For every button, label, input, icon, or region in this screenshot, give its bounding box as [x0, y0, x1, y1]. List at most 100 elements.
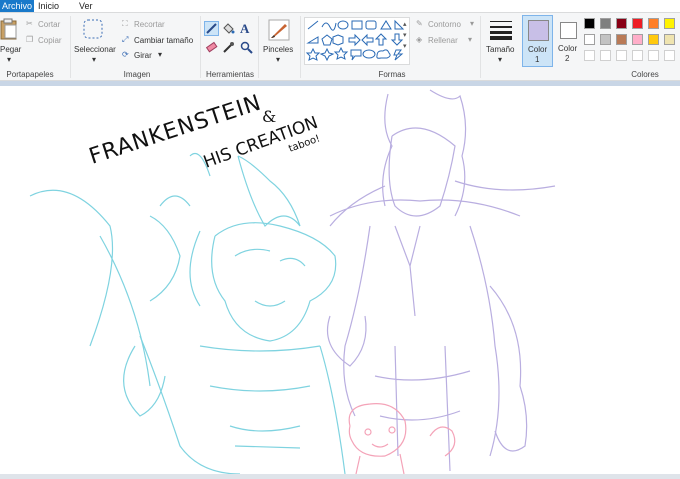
chevron-down-icon: ▾	[468, 35, 473, 44]
fill-label: Rellenar	[428, 36, 458, 45]
palette-swatch[interactable]	[632, 50, 643, 61]
clipboard-group-label: Portapapeles	[6, 70, 54, 79]
separator	[200, 16, 201, 78]
sketch: FRANKENSTEIN & HIS CREATION taboo!	[29, 89, 556, 474]
fill-icon: ◈	[416, 35, 423, 44]
rotate-button[interactable]: ⟳ Girar ▾	[122, 50, 172, 62]
color-palette	[584, 18, 680, 68]
color2-button[interactable]: Color 2	[555, 15, 584, 67]
tab-view[interactable]: Ver	[74, 0, 98, 12]
size-button[interactable]: Tamaño ▾	[484, 15, 518, 65]
shapes-gallery[interactable]	[304, 17, 410, 65]
select-label: Seleccionar	[74, 45, 116, 54]
copy-label: Copiar	[38, 36, 62, 45]
canvas-area: FRANKENSTEIN & HIS CREATION taboo!	[0, 81, 680, 479]
fill-bucket-icon[interactable]	[222, 22, 235, 35]
separator	[258, 16, 259, 78]
palette-swatch[interactable]	[632, 34, 643, 45]
separator	[480, 16, 481, 78]
palette-swatch[interactable]	[600, 50, 611, 61]
clipboard-icon	[0, 18, 17, 40]
palette-swatch[interactable]	[584, 34, 595, 45]
chevron-down-icon: ▾	[276, 55, 281, 64]
cut-button[interactable]: ✂ Cortar	[26, 19, 66, 31]
fill-button[interactable]: ◈ Rellenar ▾	[416, 35, 480, 47]
color1-label: Color	[528, 45, 548, 54]
palette-swatch[interactable]	[616, 18, 627, 29]
palette-swatch[interactable]	[600, 18, 611, 29]
line-width-icon	[490, 21, 512, 40]
palette-swatch[interactable]	[664, 18, 675, 29]
expand-icon[interactable]: ▾	[403, 41, 411, 52]
rotate-icon: ⟳	[122, 50, 129, 59]
palette-swatch[interactable]	[648, 50, 659, 61]
copy-icon: ❐	[26, 35, 34, 44]
palette-swatch[interactable]	[584, 50, 595, 61]
tab-file[interactable]: Archivo	[0, 0, 34, 12]
color1-number: 1	[535, 55, 540, 64]
pink-creature	[348, 403, 456, 474]
select-button[interactable]: Seleccionar ▾	[74, 15, 118, 65]
palette-swatch[interactable]	[648, 18, 659, 29]
drawing-canvas[interactable]: FRANKENSTEIN & HIS CREATION taboo!	[0, 86, 680, 474]
paste-button[interactable]: Pegar ▾	[0, 15, 22, 65]
color2-swatch	[560, 22, 577, 39]
image-group-label: Imagen	[123, 70, 151, 79]
copy-button[interactable]: ❐ Copiar	[26, 35, 66, 47]
sketch-title-amp: &	[262, 107, 276, 126]
eraser-icon[interactable]	[205, 41, 218, 54]
palette-swatch[interactable]	[632, 18, 643, 29]
text-icon[interactable]: A	[240, 21, 249, 37]
palette-swatch[interactable]	[600, 34, 611, 45]
magnifier-icon[interactable]	[240, 41, 253, 54]
shapes-group-label: Formas	[378, 70, 406, 79]
separator	[70, 16, 71, 78]
chevron-down-icon[interactable]: ▾	[403, 30, 411, 41]
color-picker-icon[interactable]	[222, 41, 235, 54]
palette-swatch[interactable]	[584, 18, 595, 29]
tools-grid: A	[204, 21, 254, 61]
outline-label: Contorno	[428, 20, 461, 29]
horizontal-scrollbar[interactable]	[0, 474, 680, 479]
chevron-up-icon[interactable]: ▴	[403, 19, 411, 30]
colors-group-label: Colores	[631, 70, 659, 79]
outline-button[interactable]: ✎ Contorno ▾	[416, 19, 480, 31]
pencil-icon[interactable]	[204, 21, 219, 36]
palette-swatch[interactable]	[648, 34, 659, 45]
color2-number: 2	[565, 54, 570, 63]
brushes-label: Pinceles	[263, 45, 294, 54]
cut-label: Cortar	[38, 20, 61, 29]
color1-button[interactable]: Color 1	[522, 15, 553, 67]
scissors-icon: ✂	[26, 19, 33, 28]
separator	[300, 16, 301, 78]
resize-button[interactable]: ⤢ Cambiar tamaño	[122, 35, 198, 47]
resize-label: Cambiar tamaño	[134, 36, 194, 45]
ribbon: Pegar ▾ ✂ Cortar ❐ Copiar Portapapeles S…	[0, 13, 680, 81]
brushes-button[interactable]: Pinceles ▾	[261, 15, 297, 65]
resize-icon: ⤢	[122, 35, 129, 44]
selection-icon	[83, 19, 103, 39]
chevron-down-icon: ▾	[158, 50, 163, 59]
outline-icon: ✎	[416, 19, 423, 28]
chevron-down-icon: ▾	[92, 55, 97, 64]
size-label: Tamaño	[486, 45, 515, 54]
scroll-arrows[interactable]: ▴ ▾ ▾	[403, 19, 411, 63]
crop-label: Recortar	[134, 20, 165, 29]
crop-button[interactable]: ⛶ Recortar	[122, 19, 192, 31]
color2-label: Color	[558, 44, 578, 53]
chevron-down-icon: ▾	[498, 55, 503, 64]
color1-swatch	[528, 20, 549, 41]
cyan-figure	[29, 152, 346, 474]
tools-group-label: Herramientas	[205, 70, 254, 79]
paste-label: Pegar	[0, 45, 22, 54]
ribbon-tabs: Archivo Inicio Ver	[0, 0, 680, 13]
brush-icon	[268, 19, 290, 41]
palette-swatch[interactable]	[616, 34, 627, 45]
lavender-figure	[326, 89, 556, 472]
palette-swatch[interactable]	[664, 34, 675, 45]
palette-swatch[interactable]	[616, 50, 627, 61]
shapes-icon	[305, 19, 405, 62]
tab-home[interactable]: Inicio	[33, 0, 64, 12]
palette-swatch[interactable]	[664, 50, 675, 61]
rotate-label: Girar	[134, 51, 152, 60]
